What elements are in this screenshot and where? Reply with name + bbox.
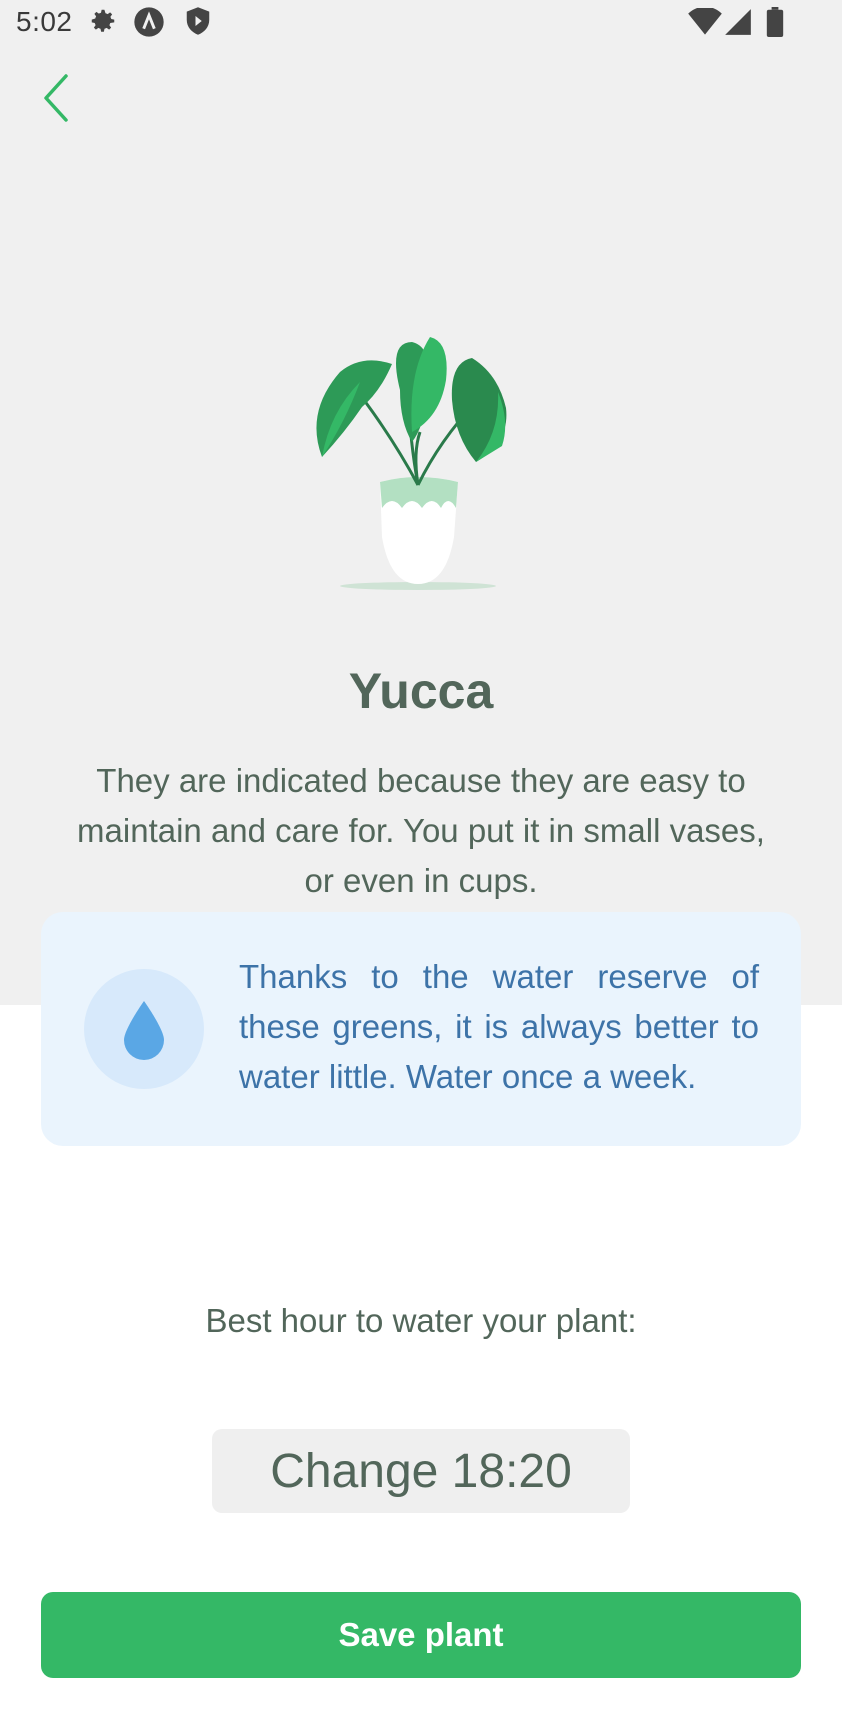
- water-tip-card: Thanks to the water reserve of these gre…: [41, 912, 801, 1146]
- plant-illustration: [300, 322, 540, 592]
- gear-icon: [88, 6, 118, 41]
- wifi-icon: [688, 6, 722, 41]
- a-circle-icon: [133, 6, 165, 43]
- shield-play-icon: [183, 6, 213, 41]
- back-button[interactable]: [36, 70, 80, 126]
- status-time: 5:02: [16, 6, 73, 37]
- water-drop-icon: [124, 1001, 164, 1060]
- water-drop-icon-badge: [84, 969, 204, 1089]
- save-plant-button[interactable]: Save plant: [41, 1592, 801, 1678]
- plant-name: Yucca: [348, 663, 494, 719]
- best-hour-label: Best hour to water your plant:: [205, 1302, 637, 1339]
- signal-icon: [724, 8, 752, 41]
- change-time-button[interactable]: Change 18:20: [212, 1429, 630, 1513]
- chevron-left-icon: [44, 74, 68, 122]
- plant-description: They are indicated because they are easy…: [77, 762, 765, 899]
- battery-icon: [766, 7, 784, 42]
- status-bar: 5:02: [0, 0, 842, 48]
- water-tip-text: Thanks to the water reserve of these gre…: [239, 958, 759, 1095]
